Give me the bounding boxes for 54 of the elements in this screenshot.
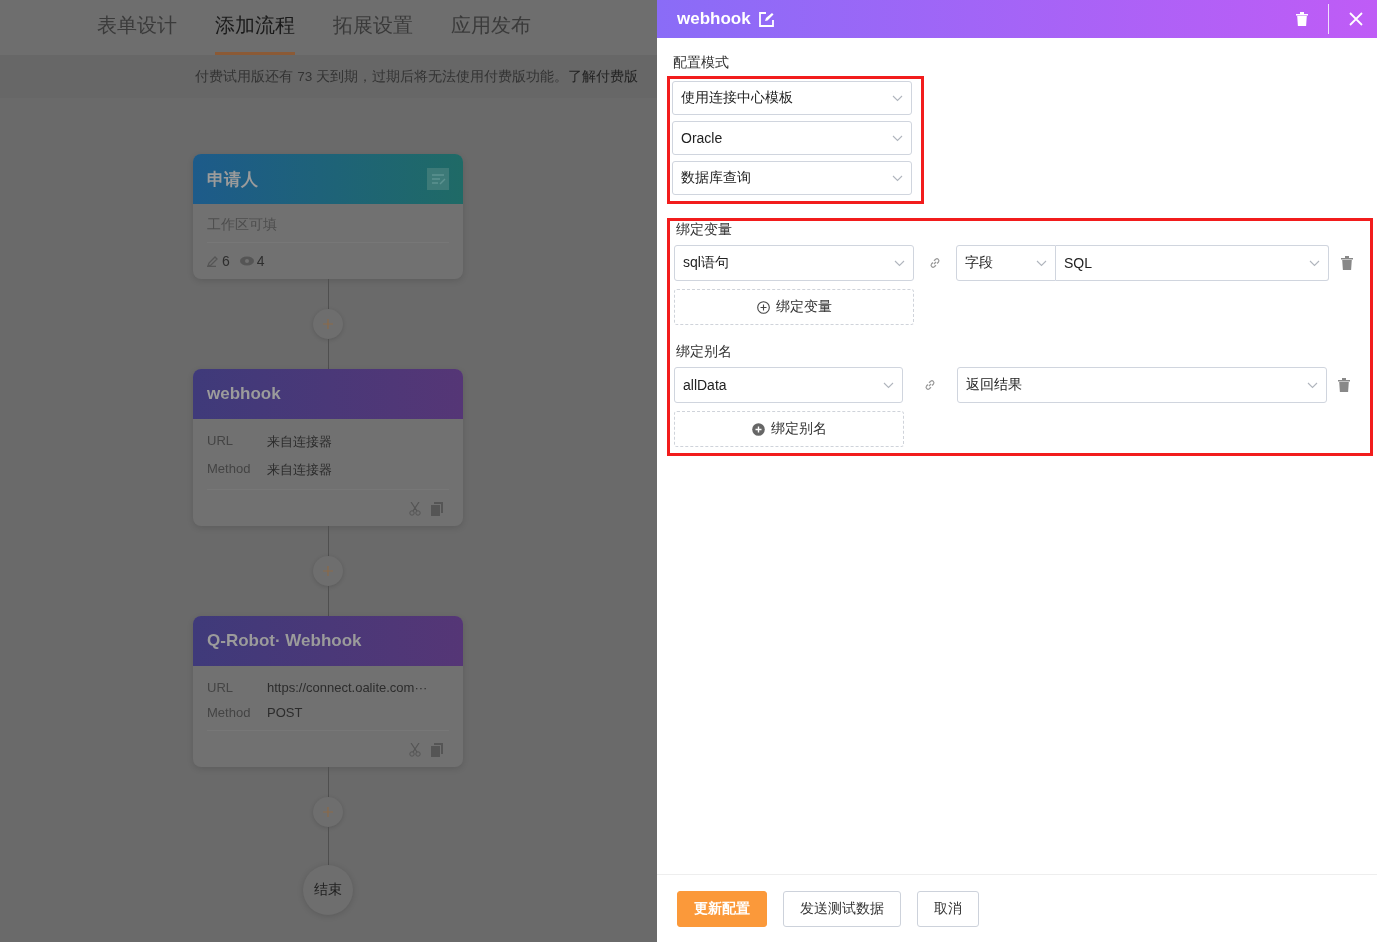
chevron-down-icon xyxy=(1036,259,1047,267)
footer-button[interactable]: 取消 xyxy=(917,890,979,927)
chevron-down-icon xyxy=(894,259,905,267)
node-title: 申请人 xyxy=(207,168,258,191)
trash-icon[interactable] xyxy=(1341,256,1353,270)
plus-circle-icon xyxy=(756,300,770,314)
chevron-down-icon xyxy=(892,94,903,102)
edit-icon[interactable] xyxy=(758,11,774,27)
link-icon xyxy=(928,256,942,270)
plus-icon xyxy=(322,565,334,577)
add-node-button[interactable] xyxy=(313,309,343,339)
plus-circle-icon xyxy=(751,422,765,436)
add-node-button[interactable] xyxy=(313,797,343,827)
section-label: 绑定别名 xyxy=(676,343,733,361)
select-field[interactable]: 字段 xyxy=(956,245,1056,281)
form-icon xyxy=(427,168,449,190)
add-variable-button[interactable]: 绑定变量 xyxy=(674,289,914,325)
field-value: 来自连接器 xyxy=(267,433,332,451)
node-title: webhook xyxy=(207,384,281,404)
copy-icon[interactable] xyxy=(431,502,443,516)
end-node: 结束 xyxy=(303,865,353,915)
scissors-icon[interactable] xyxy=(409,502,421,516)
trash-icon[interactable] xyxy=(1338,378,1350,392)
select-field[interactable]: 数据库查询 xyxy=(672,161,912,195)
eye-icon xyxy=(239,256,254,266)
chevron-down-icon xyxy=(1309,259,1320,267)
section-label: 绑定变量 xyxy=(676,221,733,239)
scissors-icon[interactable] xyxy=(409,743,421,757)
edit-count: 6 xyxy=(207,253,230,269)
add-alias-button[interactable]: 绑定别名 xyxy=(674,411,904,447)
chevron-down-icon xyxy=(1307,381,1318,389)
view-count: 4 xyxy=(239,253,265,269)
field-value: https://connect.oalite.com··· xyxy=(267,680,428,695)
link-icon xyxy=(923,378,937,392)
copy-icon[interactable] xyxy=(431,743,443,757)
select-field[interactable]: Oracle xyxy=(672,121,912,155)
drawer-title: webhook xyxy=(677,9,751,29)
pencil-icon xyxy=(207,255,219,267)
chevron-down-icon xyxy=(892,134,903,142)
select-field[interactable]: allData xyxy=(674,367,903,403)
footer-button[interactable]: 发送测试数据 xyxy=(783,890,901,927)
select-field[interactable]: 使用连接中心模板 xyxy=(672,81,912,115)
select-field[interactable]: 返回结果 xyxy=(957,367,1327,403)
field-value: POST xyxy=(267,705,303,720)
plus-icon xyxy=(322,318,334,330)
plus-icon xyxy=(322,806,334,818)
field-value: 来自连接器 xyxy=(267,461,332,479)
chevron-down-icon xyxy=(892,174,903,182)
select-field[interactable]: SQL xyxy=(1056,245,1329,281)
node-title: Q-Robot· Webhook xyxy=(207,631,362,651)
select-field[interactable]: sql语句 xyxy=(674,245,914,281)
section-label: 配置模式 xyxy=(673,54,729,72)
add-node-button[interactable] xyxy=(313,556,343,586)
chevron-down-icon xyxy=(883,381,894,389)
